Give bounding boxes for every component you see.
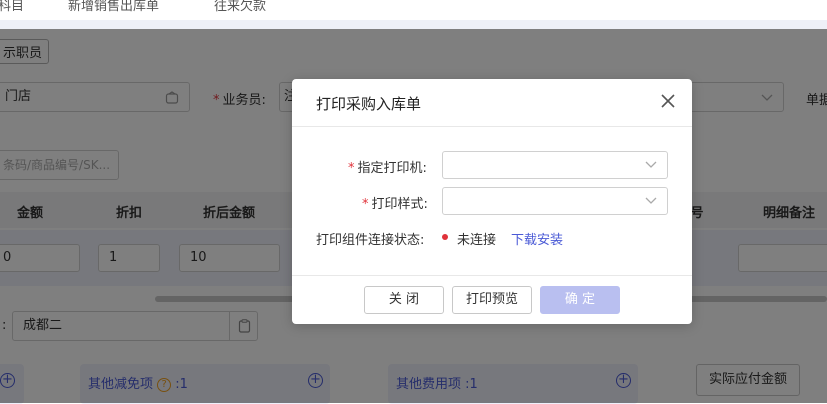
download-install-link[interactable]: 下载安装 bbox=[511, 229, 563, 248]
close-icon[interactable] bbox=[658, 91, 678, 111]
print-dialog: 打印采购入库单 * 指定打印机: * 打印样式: 打印组件连接状态: 未连接 下载安… bbox=[292, 79, 692, 324]
chevron-down-icon bbox=[645, 197, 657, 204]
dialog-footer-divider bbox=[292, 275, 692, 276]
tab-new-sales-outbound[interactable]: 新增销售出库单 bbox=[68, 0, 159, 14]
close-button[interactable]: 关 闭 bbox=[364, 286, 444, 314]
chevron-down-icon bbox=[645, 161, 657, 168]
tab-subject[interactable]: 科目 bbox=[0, 0, 24, 14]
print-preview-button[interactable]: 打印预览 bbox=[452, 286, 532, 314]
tab-account-arrears[interactable]: 往来欠款 bbox=[214, 0, 266, 14]
print-style-select[interactable] bbox=[442, 187, 668, 215]
status-dot-icon bbox=[442, 234, 448, 240]
connection-status-label: 打印组件连接状态: bbox=[316, 233, 425, 248]
confirm-button[interactable]: 确 定 bbox=[540, 286, 620, 314]
print-style-label: * 打印样式: bbox=[362, 197, 428, 212]
printer-label: * 指定打印机: bbox=[348, 161, 427, 176]
connection-status-value: 未连接 bbox=[457, 233, 497, 248]
printer-select[interactable] bbox=[442, 151, 668, 179]
top-nav: 科目 新增销售出库单 往来欠款 bbox=[0, 0, 827, 20]
dialog-title: 打印采购入库单 bbox=[316, 95, 422, 113]
nav-divider-strip bbox=[0, 20, 827, 29]
dialog-divider bbox=[292, 126, 692, 127]
